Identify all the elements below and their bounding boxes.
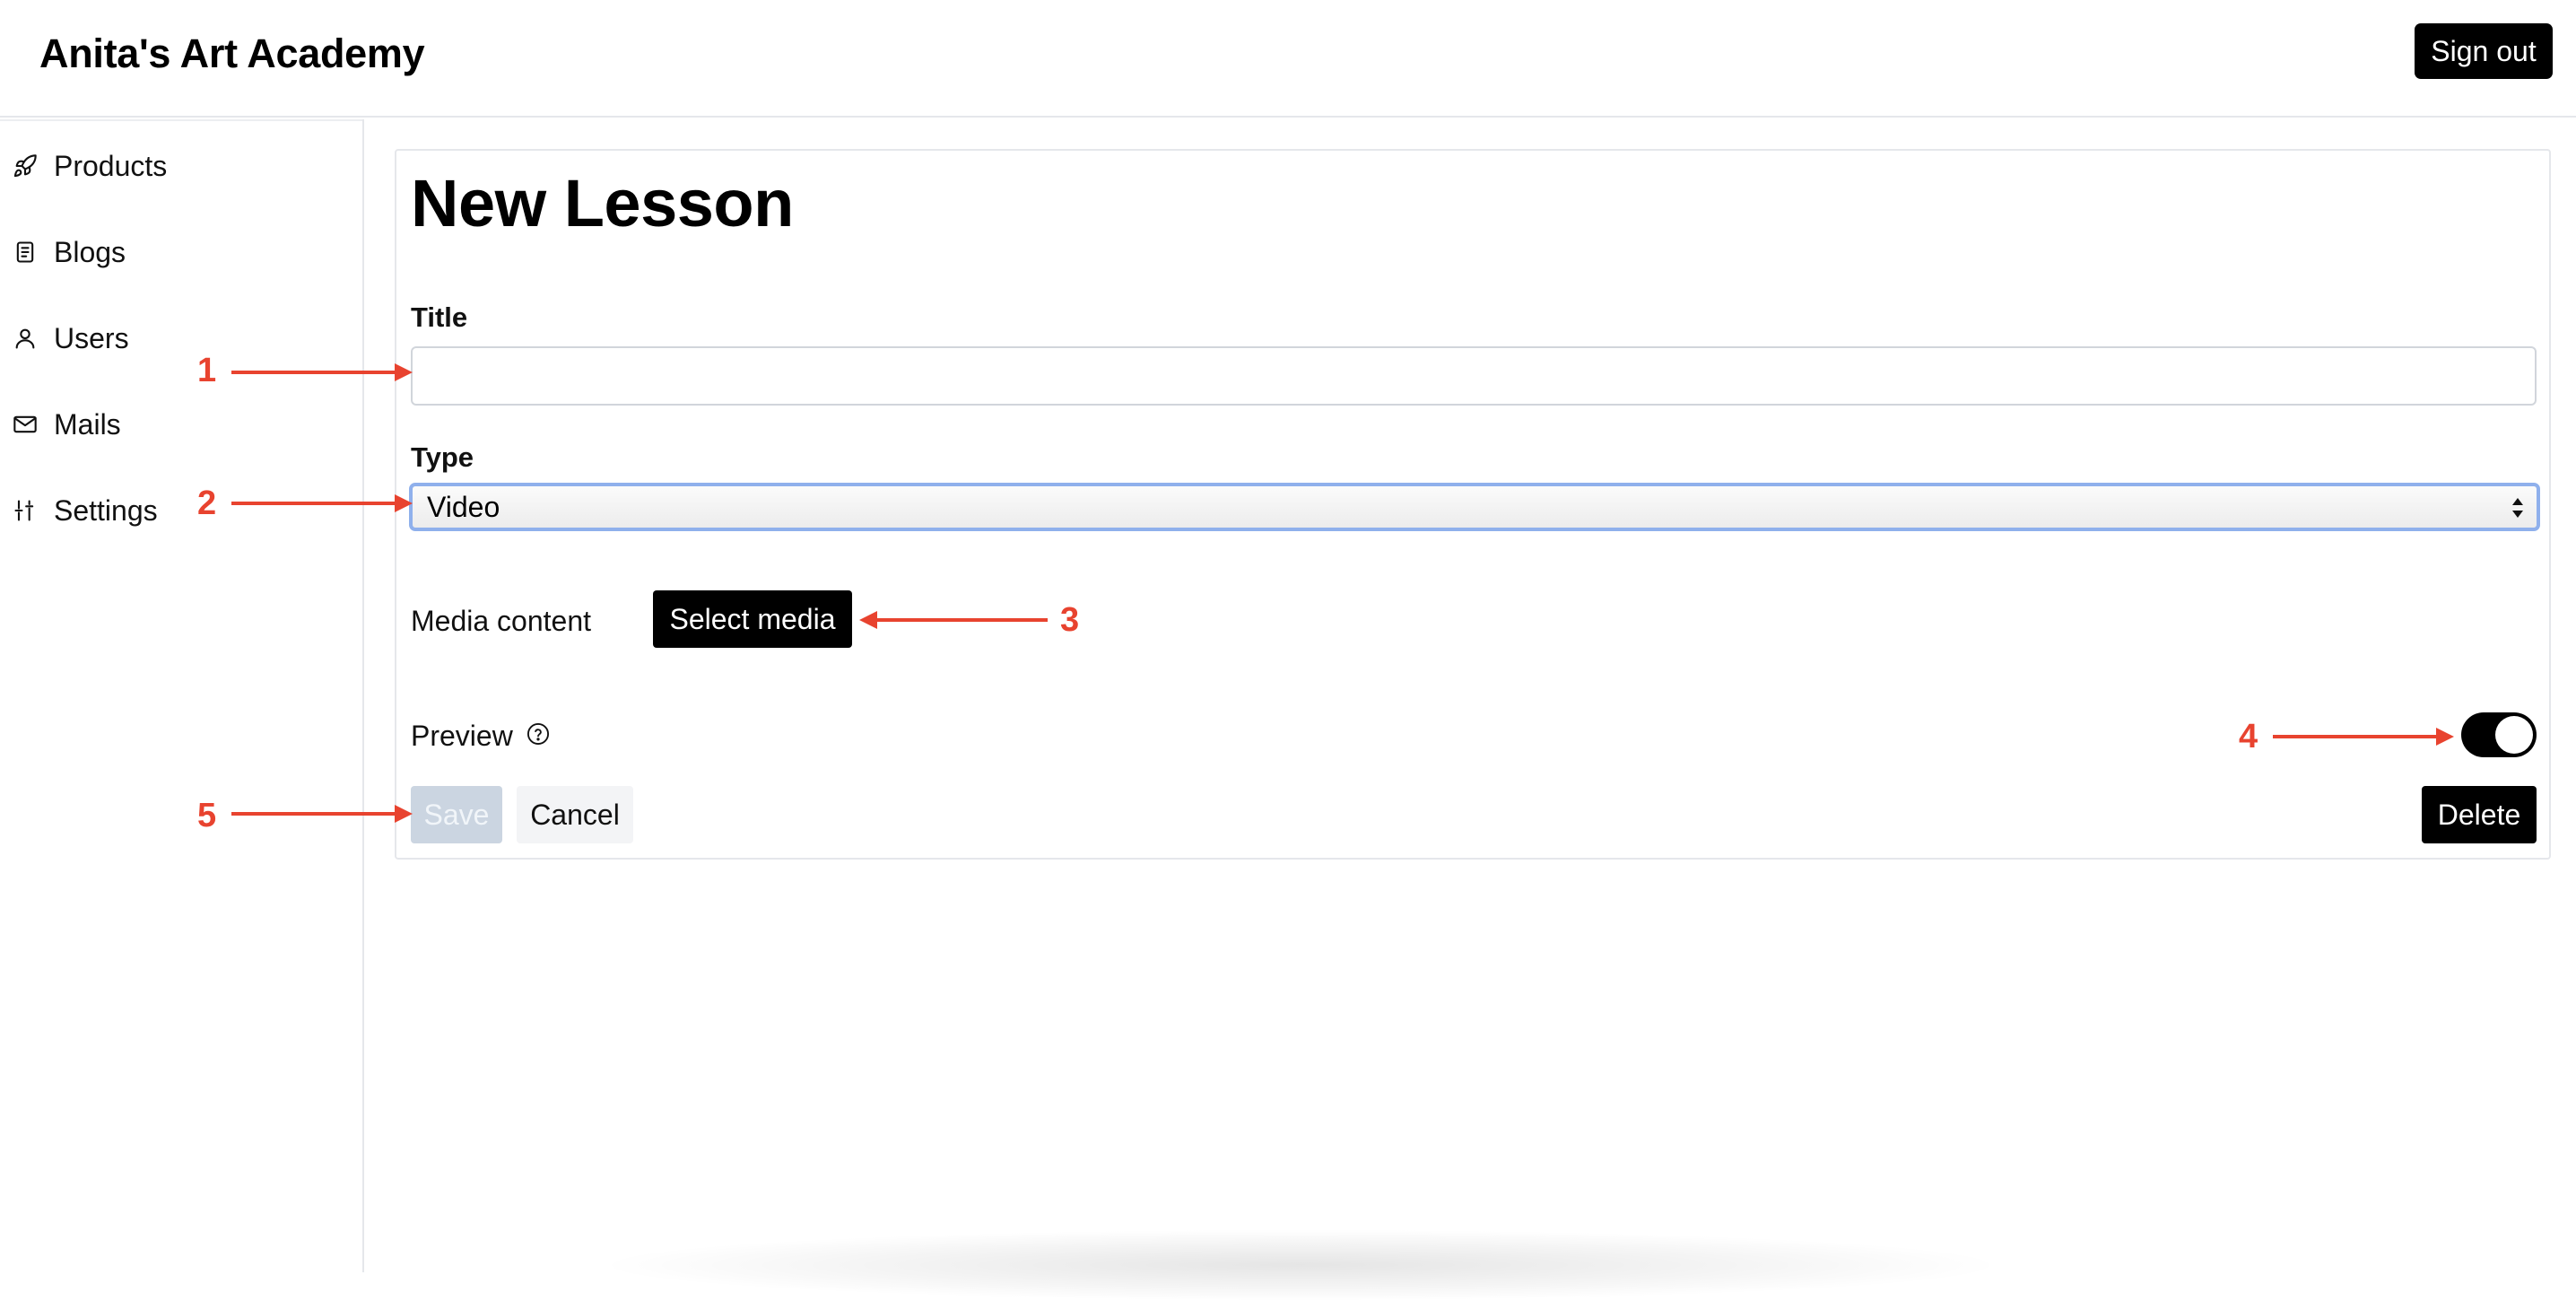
annotation-marker-1: 1 — [197, 352, 217, 389]
annotation-arrow-3 — [859, 611, 1048, 629]
preview-label: Preview — [411, 720, 513, 752]
document-icon — [13, 240, 38, 265]
sidebar: Products Blogs Users Mails Settings — [0, 119, 364, 1272]
toggle-knob — [2495, 716, 2533, 754]
select-media-button[interactable]: Select media — [653, 590, 852, 648]
sidebar-item-label: Users — [54, 321, 129, 354]
sidebar-item-mails[interactable]: Mails — [13, 397, 353, 451]
annotation-marker-3: 3 — [1060, 601, 1080, 639]
cancel-button[interactable]: Cancel — [517, 786, 633, 843]
annotation-arrow-5 — [231, 805, 413, 823]
sidebar-item-users[interactable]: Users — [13, 311, 353, 365]
media-content-label: Media content — [411, 605, 592, 637]
annotation-marker-4: 4 — [2239, 718, 2258, 755]
title-label: Title — [411, 301, 468, 333]
type-select[interactable]: Video — [409, 483, 2540, 531]
sidebar-divider — [0, 119, 362, 121]
select-arrows-icon — [2508, 490, 2528, 526]
top-bar: Anita's Art Academy Sign out — [0, 0, 2576, 118]
app-title: Anita's Art Academy — [39, 31, 425, 76]
annotation-arrow-4 — [2273, 728, 2454, 746]
user-icon — [13, 326, 38, 351]
sidebar-item-label: Products — [54, 149, 168, 182]
save-button[interactable]: Save — [411, 786, 502, 843]
sidebar-item-label: Mails — [54, 407, 121, 441]
annotation-arrow-1 — [231, 363, 413, 381]
annotation-arrow-2 — [231, 494, 413, 512]
help-icon[interactable] — [526, 721, 551, 747]
sidebar-item-label: Blogs — [54, 235, 126, 268]
annotation-marker-2: 2 — [197, 485, 217, 522]
title-input[interactable] — [411, 346, 2537, 406]
type-select-value: Video — [427, 490, 500, 523]
sidebar-item-label: Settings — [54, 493, 158, 527]
mail-icon — [13, 412, 38, 437]
rocket-icon — [13, 153, 38, 179]
type-label: Type — [411, 441, 474, 473]
annotation-marker-5: 5 — [197, 797, 217, 834]
sidebar-item-blogs[interactable]: Blogs — [13, 225, 353, 279]
sidebar-item-products[interactable]: Products — [13, 139, 353, 193]
preview-toggle[interactable] — [2461, 712, 2537, 757]
sliders-icon — [13, 498, 38, 523]
page-title: New Lesson — [411, 166, 794, 240]
lesson-form: New Lesson Title Type Video Media conten… — [395, 149, 2551, 860]
delete-button[interactable]: Delete — [2422, 786, 2537, 843]
sign-out-button[interactable]: Sign out — [2415, 23, 2553, 79]
bottom-shadow — [592, 1229, 2009, 1301]
